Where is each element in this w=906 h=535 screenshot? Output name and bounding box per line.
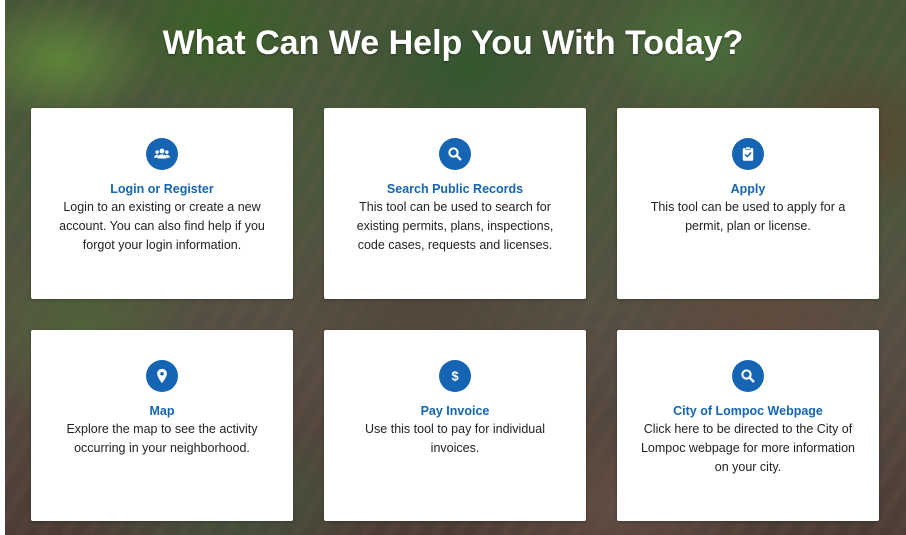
search-public-records-card[interactable]: Search Public Records This tool can be u… [324, 108, 586, 299]
search-icon [439, 138, 471, 170]
page-title: What Can We Help You With Today? [162, 24, 744, 62]
card-description: Login to an existing or create a new acc… [59, 200, 265, 252]
city-webpage-card[interactable]: City of Lompoc Webpage Click here to be … [617, 330, 879, 521]
login-register-card[interactable]: Login or Register Login to an existing o… [31, 108, 293, 299]
card-description: Explore the map to see the activity occu… [66, 422, 258, 455]
card-description: This tool can be used to apply for a per… [650, 200, 846, 233]
apply-card[interactable]: Apply This tool can be used to apply for… [617, 108, 879, 299]
dollar-icon: $ [439, 360, 471, 392]
card-title[interactable]: City of Lompoc Webpage [617, 402, 879, 420]
card-title[interactable]: Apply [617, 180, 879, 198]
card-description: This tool can be used to search for exis… [356, 200, 554, 252]
pay-invoice-card[interactable]: $ Pay Invoice Use this tool to pay for i… [324, 330, 586, 521]
users-icon [146, 138, 178, 170]
card-description: Click here to be directed to the City of… [640, 422, 855, 474]
search-icon [732, 360, 764, 392]
card-title[interactable]: Map [31, 402, 293, 420]
map-card[interactable]: Map Explore the map to see the activity … [31, 330, 293, 521]
map-pin-icon [146, 360, 178, 392]
card-description: Use this tool to pay for individual invo… [365, 422, 545, 455]
card-title[interactable]: Login or Register [31, 180, 293, 198]
card-title[interactable]: Pay Invoice [324, 402, 586, 420]
card-title[interactable]: Search Public Records [324, 180, 586, 198]
svg-text:$: $ [451, 369, 458, 384]
clipboard-check-icon [732, 138, 764, 170]
card-grid: Login or Register Login to an existing o… [31, 108, 880, 521]
left-edge [0, 0, 5, 535]
